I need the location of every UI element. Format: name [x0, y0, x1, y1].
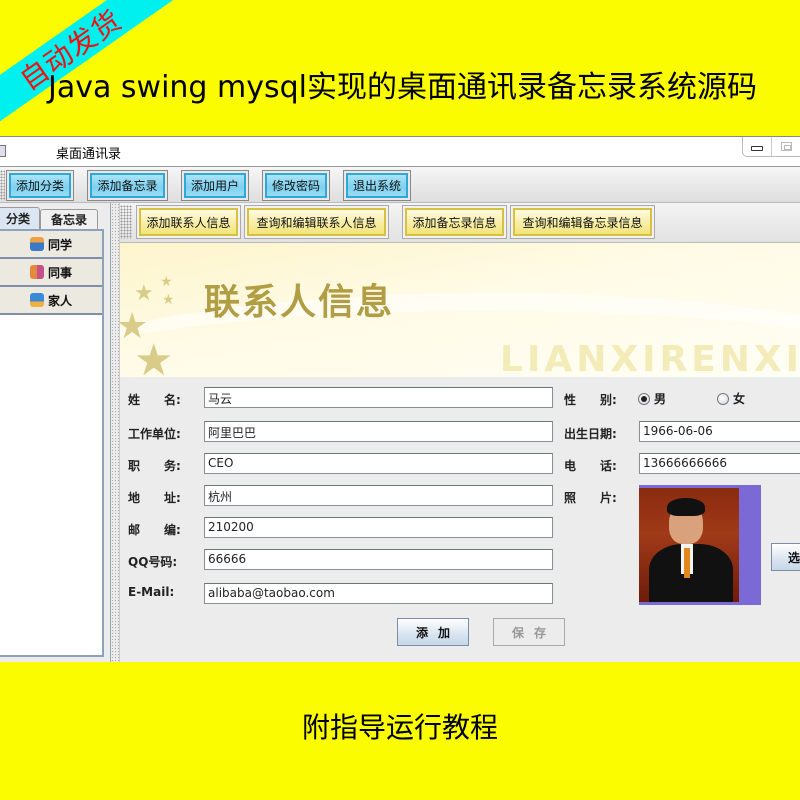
add-memo-label: 添加备忘录	[90, 173, 165, 198]
star-icon: ★	[134, 335, 174, 378]
photo-image	[639, 488, 739, 602]
company-field[interactable]: 阿里巴巴	[204, 421, 553, 442]
name-label: 姓 名:	[128, 393, 181, 407]
address-label: 地 址:	[128, 491, 181, 505]
change-password-button[interactable]: 修改密码	[262, 170, 330, 201]
add-user-label: 添加用户	[184, 173, 246, 198]
category-list: 同学 同事 家人	[0, 229, 104, 657]
phone-field[interactable]: 13666666666	[639, 453, 800, 474]
gender-female-label: 女	[733, 392, 746, 406]
radio-selected-icon	[638, 392, 650, 405]
add-memo-info-button[interactable]: 添加备忘录信息	[402, 205, 507, 239]
choose-photo-button[interactable]: 选	[771, 543, 800, 571]
colleague-icon	[29, 265, 44, 279]
exit-system-label: 退出系统	[346, 173, 408, 198]
promo-banner-bottom: 附指导运行教程	[0, 662, 800, 800]
add-contact-button[interactable]: 添加联系人信息	[136, 205, 241, 239]
address-field[interactable]: 杭州	[204, 485, 553, 506]
toolbar-grip[interactable]	[0, 170, 5, 200]
sidebar: 分类 备忘录 同学 同事 家人	[0, 203, 110, 662]
add-user-button[interactable]: 添加用户	[181, 170, 249, 201]
exit-system-button[interactable]: 退出系统	[343, 170, 411, 201]
main-toolbar: 添加分类 添加备忘录 添加用户 修改密码 退出系统	[0, 167, 800, 203]
add-category-button[interactable]: 添加分类	[6, 170, 74, 201]
zipcode-label: 邮 编:	[128, 523, 181, 537]
star-icon: ★	[160, 274, 173, 290]
subtoolbar-grip[interactable]	[120, 205, 132, 239]
birthday-label: 出生日期:	[564, 427, 617, 441]
split-pane-divider[interactable]	[110, 203, 120, 662]
promo-headline: Java swing mysql实现的桌面通讯录备忘录系统源码	[48, 70, 757, 105]
add-memo-button[interactable]: 添加备忘录	[87, 170, 168, 201]
window-title: 桌面通讯录	[56, 147, 122, 162]
add-button[interactable]: 添加	[397, 618, 469, 646]
category-label: 家人	[47, 293, 72, 308]
add-contact-label: 添加联系人信息	[139, 208, 238, 236]
query-edit-contact-button[interactable]: 查询和编辑联系人信息	[244, 205, 389, 239]
contact-form: 姓 名: 马云 工作单位: 阿里巴巴 职 务: CEO 地 址: 杭州 邮 编:…	[120, 377, 800, 662]
maximize-icon	[780, 142, 792, 151]
content-panel: 添加联系人信息 查询和编辑联系人信息 添加备忘录信息 查询和编辑备忘录信息 ★ …	[120, 203, 800, 662]
tab-category[interactable]: 分类	[0, 207, 40, 229]
gender-male-label: 男	[654, 392, 667, 406]
query-edit-memo-button[interactable]: 查询和编辑备忘录信息	[510, 205, 655, 239]
app-icon	[0, 145, 6, 157]
star-icon: ★	[134, 281, 154, 306]
add-memo-info-label: 添加备忘录信息	[405, 208, 504, 236]
contact-photo	[639, 485, 761, 605]
minimize-button[interactable]	[743, 137, 772, 156]
photo-label: 照 片:	[564, 491, 617, 505]
category-item-colleague[interactable]: 同事	[0, 259, 102, 287]
promo-footer: 附指导运行教程	[301, 711, 498, 744]
minimize-icon	[751, 146, 763, 151]
qq-field[interactable]: 66666	[204, 549, 553, 570]
promo-banner-top: 自动发货 Java swing mysql实现的桌面通讯录备忘录系统源码	[0, 0, 800, 136]
tab-memo[interactable]: 备忘录	[40, 209, 98, 229]
app-window: 桌面通讯录 添加分类 添加备忘录 添加用户 修改密码 退出系统 分类 备忘录 同…	[0, 136, 800, 662]
gender-female-radio[interactable]: 女	[717, 390, 745, 407]
window-controls	[742, 137, 800, 157]
classmate-icon	[29, 237, 44, 251]
star-icon: ★	[162, 292, 175, 308]
photo-figure-tie	[684, 548, 690, 578]
qq-label: QQ号码:	[128, 555, 178, 569]
title-bar: 桌面通讯录	[0, 137, 800, 167]
save-button[interactable]: 保存	[493, 618, 565, 646]
birthday-field[interactable]: 1966-06-06	[639, 421, 800, 442]
query-edit-contact-label: 查询和编辑联系人信息	[247, 208, 386, 236]
banner-watermark: LIANXIRENXINXI	[500, 339, 800, 377]
category-item-classmate[interactable]: 同学	[0, 231, 102, 259]
category-label: 同学	[47, 237, 72, 252]
category-item-family[interactable]: 家人	[0, 287, 102, 315]
change-password-label: 修改密码	[265, 173, 327, 198]
phone-label: 电 话:	[564, 459, 617, 473]
contact-info-banner: ★ ★ ★ ★ ★ 联系人信息 LIANXIRENXINXI	[120, 243, 800, 377]
photo-figure-hair	[667, 498, 705, 516]
email-field[interactable]: alibaba@taobao.com	[204, 583, 553, 604]
sidebar-tabs: 分类 备忘录	[0, 207, 110, 229]
company-label: 工作单位:	[128, 427, 181, 441]
contact-toolbar: 添加联系人信息 查询和编辑联系人信息 添加备忘录信息 查询和编辑备忘录信息	[120, 203, 800, 243]
zipcode-field[interactable]: 210200	[204, 517, 553, 538]
category-label: 同事	[47, 265, 72, 280]
query-edit-memo-label: 查询和编辑备忘录信息	[513, 208, 652, 236]
position-field[interactable]: CEO	[204, 453, 553, 474]
position-label: 职 务:	[128, 459, 181, 473]
gender-label: 性 别:	[564, 393, 617, 407]
radio-unselected-icon	[717, 392, 729, 405]
email-label: E-Mail:	[128, 585, 175, 599]
maximize-button[interactable]	[772, 137, 800, 156]
gender-male-radio[interactable]: 男	[638, 390, 666, 407]
add-category-label: 添加分类	[9, 173, 71, 198]
name-field[interactable]: 马云	[204, 387, 553, 408]
banner-title: 联系人信息	[204, 282, 395, 323]
family-icon	[29, 293, 44, 307]
